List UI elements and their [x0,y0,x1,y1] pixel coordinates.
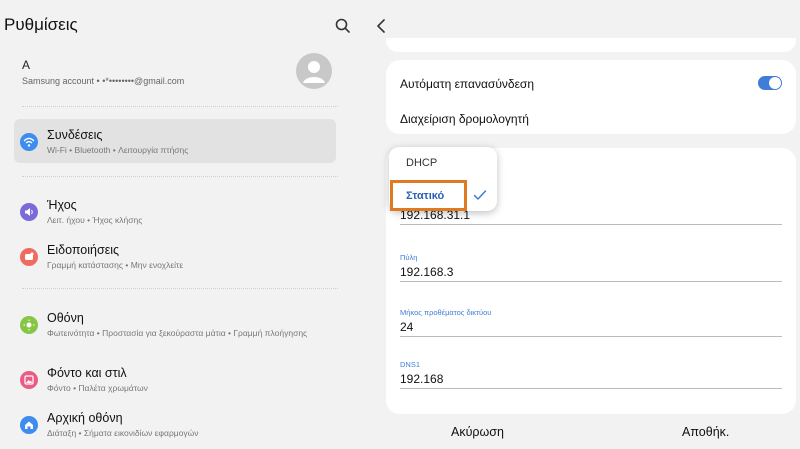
sidebar-item-sub: Wi-Fi • Bluetooth • Λειτουργία πτήσης [47,145,189,155]
ip-settings-dropdown: DHCP Στατικό [389,147,497,211]
search-icon[interactable] [334,17,352,35]
router-management-link[interactable]: Διαχείριση δρομολογητή [400,112,529,126]
sidebar-item-sound[interactable]: Ήχος Λειτ. ήχου • Ήχος κλήσης [14,189,336,233]
avatar[interactable] [296,53,332,89]
sidebar-item-connections[interactable]: Συνδέσεις Wi-Fi • Bluetooth • Λειτουργία… [14,119,336,163]
samsung-account[interactable]: A Samsung account • •*••••••••@gmail.com [0,52,356,96]
sidebar-item-label: Φόντο και στιλ [47,366,127,380]
notification-icon [20,248,38,266]
divider [22,106,338,107]
prefix-length-input[interactable] [400,318,782,336]
back-icon[interactable] [374,17,388,35]
sidebar-item-label: Οθόνη [47,311,84,325]
sidebar-item-sub: Διάταξη • Σήματα εικονιδίων εφαρμογών [47,428,199,438]
gateway-field[interactable]: Πύλη [400,253,782,282]
sidebar-item-sub: Λειτ. ήχου • Ήχος κλήσης [47,215,143,225]
auto-reconnect-toggle[interactable] [758,76,782,90]
dns1-input[interactable] [400,370,782,388]
auto-reconnect-label[interactable]: Αυτόματη επανασύνδεση [400,77,534,91]
save-button[interactable]: Αποθήκ. [682,425,729,439]
home-icon [20,416,38,434]
sidebar-item-sub: Φωτεινότητα • Προστασία για ξεκούραστα μ… [47,328,308,338]
sidebar-item-display[interactable]: Οθόνη Φωτεινότητα • Προστασία για ξεκούρ… [14,302,336,346]
sidebar-item-wallpaper[interactable]: Φόντο και στιλ Φόντο • Παλέτα χρωμάτων [14,357,336,401]
person-icon [303,61,325,83]
dns1-label: DNS1 [400,360,421,369]
image-icon [20,371,38,389]
sidebar-item-sub: Φόντο • Παλέτα χρωμάτων [47,383,148,393]
sun-icon [20,316,38,334]
sidebar-item-label: Ήχος [47,198,77,212]
gateway-input[interactable] [400,263,782,281]
account-name: A [22,58,31,72]
sidebar-item-label: Ειδοποιήσεις [47,243,120,257]
wifi-options-card: Αυτόματη επανασύνδεση Διαχείριση δρομολο… [386,60,796,134]
dropdown-option-static[interactable]: Στατικό [389,147,497,202]
cancel-button[interactable]: Ακύρωση [451,425,504,439]
check-icon [473,190,487,200]
dns1-field[interactable]: DNS1 [400,360,782,389]
sidebar-item-label: Συνδέσεις [47,128,103,142]
prefix-length-field[interactable]: Μήκος προθέματος δικτύου [400,308,782,337]
gateway-label: Πύλη [400,253,418,262]
sidebar-item-label: Αρχική οθόνη [47,411,123,425]
account-email: Samsung account • •*••••••••@gmail.com [22,76,185,86]
option-label: Στατικό [406,190,445,202]
divider [22,288,338,289]
sidebar-item-notifications[interactable]: Ειδοποιήσεις Γραμμή κατάστασης • Μην ενο… [14,234,336,278]
wifi-icon [20,133,38,151]
page-title: Ρυθμίσεις [4,15,78,34]
divider [22,176,338,177]
settings-sidebar: Ρυθμίσεις A Samsung account • •*••••••••… [0,0,356,449]
previous-card-edge [386,38,796,52]
speaker-icon [20,203,38,221]
prefix-length-label: Μήκος προθέματος δικτύου [400,308,492,317]
sidebar-item-home-screen[interactable]: Αρχική οθόνη Διάταξη • Σήματα εικονιδίων… [14,402,336,446]
sidebar-item-sub: Γραμμή κατάστασης • Μην ενοχλείτε [47,260,184,270]
